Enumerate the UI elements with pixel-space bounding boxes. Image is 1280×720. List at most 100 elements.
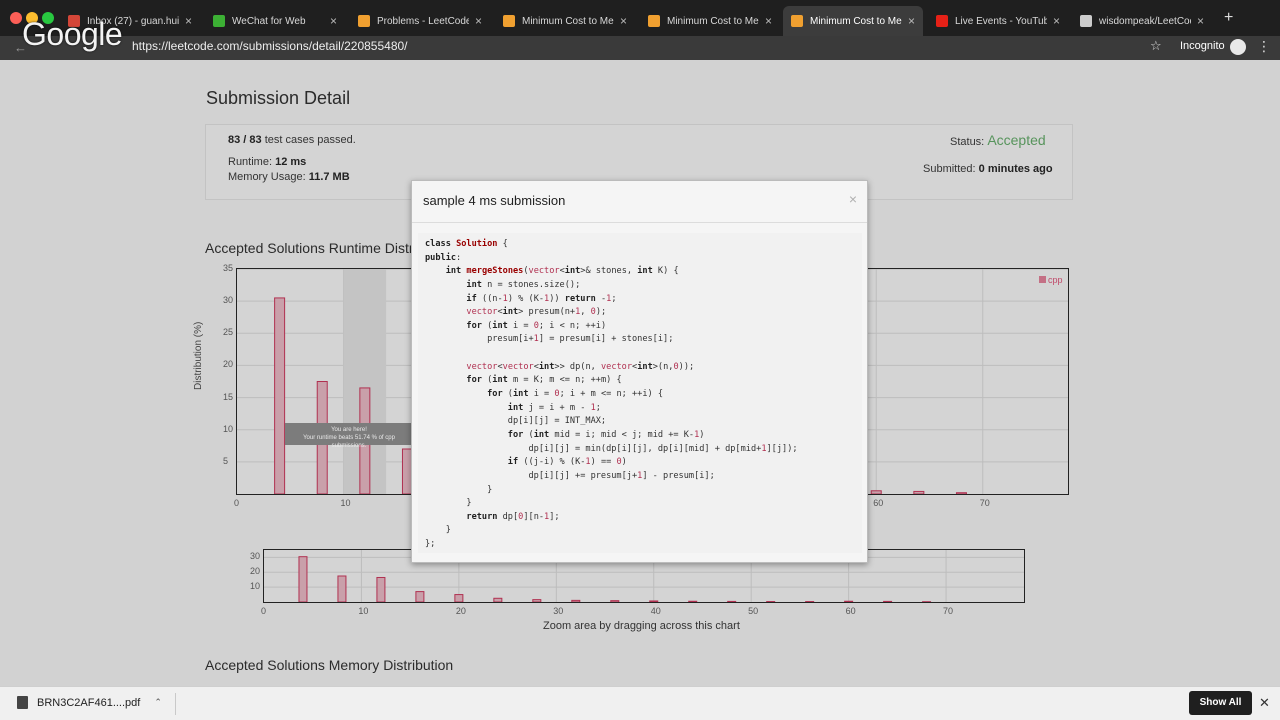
x-tick-label: 60 (845, 606, 856, 616)
zoom-caption: Zoom area by dragging across this chart (543, 620, 740, 632)
y-tick-label: 20 (223, 359, 234, 370)
browser-tab[interactable]: WeChat for Web × (205, 6, 345, 36)
chevron-up-icon[interactable]: ⌃ (154, 697, 162, 708)
incognito-label: Incognito (1180, 40, 1225, 52)
tab-label: Minimum Cost to Mer (667, 15, 759, 27)
tests-passed: 83 / 83 test cases passed. (228, 134, 356, 146)
y-tick-label: 35 (223, 263, 234, 273)
x-tick-label: 60 (873, 498, 884, 508)
code-line: dp[i][j] = INT_MAX; (425, 416, 607, 427)
browser-tab[interactable]: Problems - LeetCode × (350, 6, 490, 36)
x-tick-label: 30 (553, 606, 564, 616)
runtime-distribution-heading: Accepted Solutions Runtime Distribution (205, 240, 415, 256)
memory-line: Memory Usage: 11.7 MB (228, 171, 350, 183)
x-tick-label: 40 (650, 606, 661, 616)
download-divider (175, 693, 176, 715)
code-line: for (int m = K; m <= n; ++m) { (466, 375, 622, 386)
close-window-button[interactable] (10, 12, 22, 24)
x-tick-label: 0 (234, 498, 240, 508)
y-tick-label: 15 (223, 391, 234, 402)
bookmark-star-icon[interactable]: ☆ (1150, 38, 1162, 54)
new-tab-button[interactable]: + (1224, 9, 1233, 27)
browser-menu-icon[interactable]: ⋮ (1257, 38, 1271, 55)
chart-bar (454, 594, 464, 603)
x-tick-label: 10 (340, 498, 351, 508)
browser-tab[interactable]: Minimum Cost to Mer × (495, 6, 635, 36)
chart-bar (688, 600, 698, 603)
chart-bar (571, 599, 581, 603)
tab-close-icon[interactable]: × (475, 14, 482, 28)
tab-close-icon[interactable]: × (1053, 14, 1060, 28)
code-line: for (int i = 0; i + m <= n; ++i) { (487, 389, 664, 400)
sample-submission-modal: sample 4 ms submission × class Solution … (411, 180, 868, 563)
browser-toolbar: ← https://leetcode.com/submissions/detai… (0, 36, 1280, 60)
tab-label: Minimum Cost to Mer (522, 15, 614, 27)
x-tick-label: 70 (979, 498, 990, 508)
chart-bar (532, 599, 542, 603)
code-line: int j = i + m - 1; (507, 402, 601, 413)
x-tick-label: 50 (748, 606, 759, 616)
github-icon (1080, 15, 1092, 27)
browser-tab-bar: Inbox (27) - guan.huif × WeChat for Web × Pr… (0, 0, 1280, 36)
x-tick-label: 70 (943, 606, 954, 616)
tab-close-icon[interactable]: × (330, 14, 337, 28)
page-title: Submission Detail (206, 88, 351, 108)
x-tick-label: 0 (261, 606, 267, 616)
code-line: if ((n-1) % (K-1)) return -1; (466, 293, 617, 304)
tab-label: Live Events - YouTube (955, 15, 1047, 27)
code-line: return dp[0][n-1]; (466, 511, 560, 522)
code-line: if ((j-i) % (K-1) == 0) (507, 457, 627, 468)
browser-tab[interactable]: wisdompeak/LeetCod × (1072, 6, 1212, 36)
tab-label: Problems - LeetCode (377, 15, 469, 27)
code-block[interactable]: class Solution {public: int mergeStones(… (418, 233, 862, 553)
download-file-name: BRN3C2AF461....pdf (37, 696, 141, 709)
chart-bar (844, 600, 854, 603)
chart-bar (870, 490, 882, 495)
tab-close-icon[interactable]: × (185, 14, 192, 28)
download-bar: BRN3C2AF461....pdf ⌃ Show All ✕ (0, 686, 1280, 720)
tab-label: WeChat for Web (232, 15, 306, 27)
browser-tab[interactable]: Live Events - YouTube × (928, 6, 1068, 36)
chart-bar (955, 492, 967, 495)
tab-close-icon[interactable]: × (908, 14, 915, 28)
browser-tab[interactable]: Minimum Cost to Mer × (640, 6, 780, 36)
you-are-here-tooltip: You are here! Your runtime beats 51.74 %… (285, 423, 413, 449)
tab-label: Minimum Cost to Mer (810, 15, 902, 27)
code-line: for (int mid = i; mid < j; mid += K-1) (507, 429, 705, 440)
code-line: int mergeStones(vector<int>& stones, int… (445, 266, 679, 277)
code-line: dp[i][j] = min(dp[i][j], dp[i][mid] + dp… (425, 443, 798, 454)
chart-bar (649, 600, 659, 603)
code-line: public: (425, 252, 462, 263)
chart-bar (610, 600, 620, 603)
tab-close-icon[interactable]: × (1197, 14, 1204, 28)
chart-bar (727, 600, 737, 603)
code-line: dp[i][j] += presum[j+1] - presum[i]; (425, 470, 715, 481)
chart-bar (493, 597, 503, 603)
y-tick-label: 30 (250, 551, 261, 562)
modal-divider (412, 222, 867, 223)
y-tick-label: 20 (250, 566, 261, 577)
tab-close-icon[interactable]: × (765, 14, 772, 28)
browser-tab[interactable]: Minimum Cost to Mer × (783, 6, 923, 36)
leetcode-icon (358, 15, 370, 27)
leetcode-icon (648, 15, 660, 27)
code-line: } (425, 525, 451, 536)
chart-bar (337, 575, 347, 603)
code-line: } (425, 484, 493, 495)
y-tick-label: 5 (223, 455, 229, 466)
close-download-bar-icon[interactable]: ✕ (1259, 695, 1270, 711)
y-tick-label: 10 (250, 581, 261, 592)
show-all-button[interactable]: Show All (1189, 691, 1252, 715)
address-bar[interactable]: https://leetcode.com/submissions/detail/… (132, 39, 408, 53)
x-tick-label: 20 (455, 606, 466, 616)
chart-bar (913, 490, 925, 495)
tab-close-icon[interactable]: × (620, 14, 627, 28)
code-line: for (int i = 0; i < n; ++i) (466, 320, 607, 331)
code-line: } (425, 498, 472, 509)
modal-close-button[interactable]: × (849, 191, 857, 207)
chart-bar (274, 297, 286, 495)
y-tick-label: 10 (223, 423, 234, 434)
y-tick-label: 25 (223, 327, 234, 338)
download-item[interactable]: BRN3C2AF461....pdf ⌃ (17, 696, 162, 709)
